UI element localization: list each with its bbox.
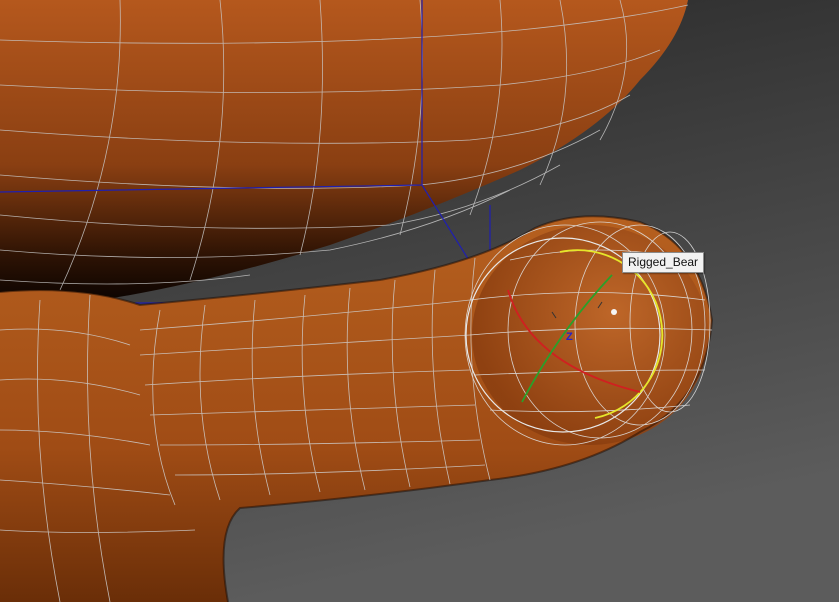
object-name-tooltip: Rigged_Bear xyxy=(622,252,705,273)
viewport-scene[interactable]: Z xyxy=(0,0,839,602)
gizmo-z-axis-label: Z xyxy=(566,331,573,343)
3d-viewport[interactable]: Z Rigged_Bear xyxy=(0,0,839,602)
gizmo-center-highlight xyxy=(611,309,617,315)
